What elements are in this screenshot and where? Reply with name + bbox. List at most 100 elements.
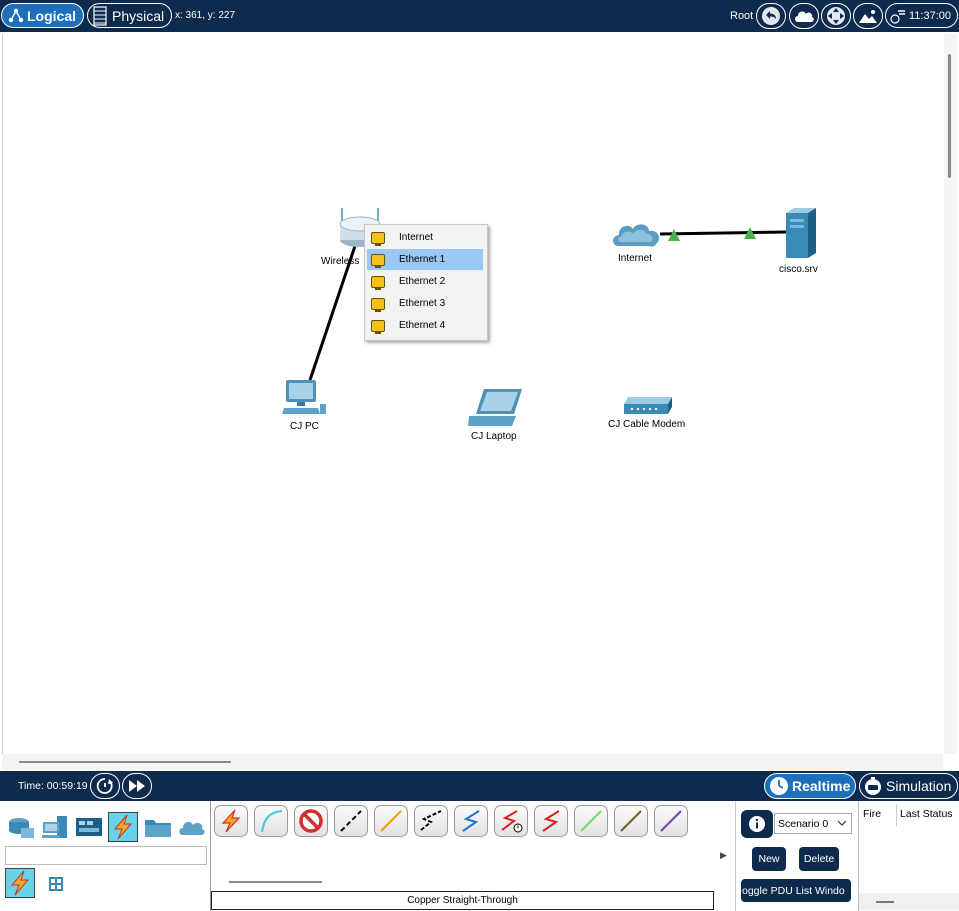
cable-fiber[interactable] — [414, 805, 448, 837]
realtime-label: Realtime — [792, 778, 851, 794]
cloud-group-icon — [179, 821, 205, 835]
lightning-icon — [221, 809, 241, 833]
serial-cable-icon — [542, 810, 560, 832]
internet-cloud-label: Internet — [618, 253, 652, 264]
connections-category[interactable] — [108, 812, 138, 842]
cable-phone[interactable] — [454, 805, 488, 837]
cross-over-cable-icon — [380, 810, 402, 832]
vertical-scroll-thumb[interactable] — [948, 54, 951, 178]
cable-modem-icon — [624, 397, 672, 414]
components-icon — [76, 818, 102, 836]
fast-forward-button[interactable] — [122, 773, 152, 799]
cable-serial[interactable] — [534, 805, 568, 837]
folder-icon — [145, 820, 171, 837]
lightning-icon — [10, 870, 30, 896]
pc-device[interactable] — [282, 378, 328, 418]
end-devices-category[interactable] — [40, 812, 70, 842]
cloud-device-icon — [613, 224, 660, 247]
laptop-icon — [468, 389, 522, 426]
ethernet-port-icon — [371, 297, 385, 312]
structured-cabling-subcategory[interactable] — [47, 875, 65, 893]
ethernet-port-icon — [371, 253, 385, 268]
cable-usb[interactable] — [654, 805, 688, 837]
ethernet-port-icon — [371, 231, 385, 246]
delete-scenario-button[interactable]: Delete — [799, 847, 839, 871]
ethernet-port-icon — [371, 275, 385, 290]
new-scenario-button[interactable]: New — [752, 847, 786, 871]
cable-octal[interactable] — [574, 805, 608, 837]
cable-copper-straight-through[interactable] — [334, 805, 368, 837]
menu-item-ethernet-1[interactable]: Ethernet 1 — [367, 249, 483, 270]
column-divider — [896, 804, 897, 826]
octal-cable-icon — [580, 810, 602, 832]
connection-layer — [308, 227, 787, 381]
components-category[interactable] — [74, 812, 104, 842]
network-devices-category[interactable] — [6, 812, 36, 842]
cable-console[interactable] — [254, 805, 288, 837]
cable-modem-label: CJ Cable Modem — [608, 419, 686, 430]
scenario-select[interactable]: Scenario 0 — [774, 813, 852, 834]
simulation-label: Simulation — [886, 778, 952, 794]
laptop-device[interactable] — [468, 388, 524, 428]
server-device[interactable] — [785, 207, 817, 259]
multiuser-category[interactable] — [177, 812, 207, 842]
cable-iot-custom[interactable] — [614, 805, 648, 837]
column-header-last-status[interactable]: Last Status — [900, 808, 953, 820]
menu-item-ethernet-2[interactable]: Ethernet 2 — [367, 271, 483, 292]
simulation-mode-button[interactable]: Simulation — [859, 773, 958, 799]
connections-subcategory[interactable] — [5, 868, 35, 898]
simulation-time: Time: 00:59:19 — [18, 780, 88, 792]
internet-server-link[interactable] — [659, 230, 787, 236]
cable-coaxial[interactable] — [494, 805, 528, 837]
grid-icon — [49, 877, 63, 891]
scenario-selected-value: Scenario 0 — [778, 817, 829, 830]
cable-panel-scroll-thumb[interactable] — [229, 881, 322, 883]
toggle-pdu-list-button[interactable]: oggle PDU List Windo — [741, 879, 851, 902]
horizontal-scroll-thumb[interactable] — [19, 761, 231, 763]
pc-icon — [282, 380, 326, 414]
internet-cloud-device[interactable] — [611, 220, 663, 250]
iot-cable-icon — [620, 810, 642, 832]
cable-remove[interactable] — [294, 805, 328, 837]
console-cable-icon — [261, 810, 283, 833]
panel-collapse-arrow-icon[interactable]: ▶ — [720, 850, 727, 861]
column-header-fire[interactable]: Fire — [863, 808, 881, 820]
toggle-pdu-list-label: oggle PDU List Windo — [742, 884, 845, 897]
phone-cable-icon — [462, 810, 480, 832]
miscellaneous-category[interactable] — [143, 812, 173, 842]
pdu-list-scrollbar[interactable] — [859, 893, 959, 910]
fast-forward-icon — [129, 780, 145, 792]
fiber-cable-icon — [420, 810, 442, 831]
pdu-list-scroll-thumb[interactable] — [876, 901, 894, 903]
cable-automatic[interactable] — [214, 805, 248, 837]
selected-cable-name: Copper Straight-Through — [211, 891, 714, 910]
power-cycle-icon — [96, 778, 113, 794]
ethernet-port-icon — [371, 319, 385, 334]
menu-item-internet[interactable]: Internet — [367, 227, 483, 248]
chevron-down-icon — [837, 818, 847, 831]
wireless-router-label: Wireless — [321, 256, 360, 267]
no-symbol-icon — [299, 809, 323, 833]
menu-item-ethernet-3[interactable]: Ethernet 3 — [367, 293, 483, 314]
usb-cable-icon — [660, 810, 682, 832]
port-context-menu: Internet Ethernet 1 Ethernet 2 Ethernet … — [364, 224, 488, 341]
pc-label: CJ PC — [290, 421, 319, 432]
server-label: cisco.srv — [779, 264, 818, 275]
lightning-icon — [113, 814, 133, 840]
coaxial-cable-icon — [501, 810, 523, 833]
end-devices-icon — [42, 816, 67, 838]
menu-item-ethernet-4[interactable]: Ethernet 4 — [367, 315, 483, 336]
cable-copper-cross-over[interactable] — [374, 805, 408, 837]
laptop-label: CJ Laptop — [471, 431, 517, 442]
clock-icon — [770, 777, 788, 795]
scenario-info-button[interactable] — [741, 810, 773, 838]
power-cycle-button[interactable] — [90, 773, 120, 799]
device-search-input[interactable] — [5, 846, 207, 865]
straight-through-cable-icon — [340, 810, 362, 832]
stopwatch-icon — [865, 777, 881, 795]
info-icon — [749, 816, 765, 832]
realtime-mode-button[interactable]: Realtime — [764, 773, 856, 799]
network-devices-icon — [9, 818, 34, 838]
server-icon — [786, 208, 816, 258]
cable-modem-device[interactable] — [622, 396, 674, 416]
